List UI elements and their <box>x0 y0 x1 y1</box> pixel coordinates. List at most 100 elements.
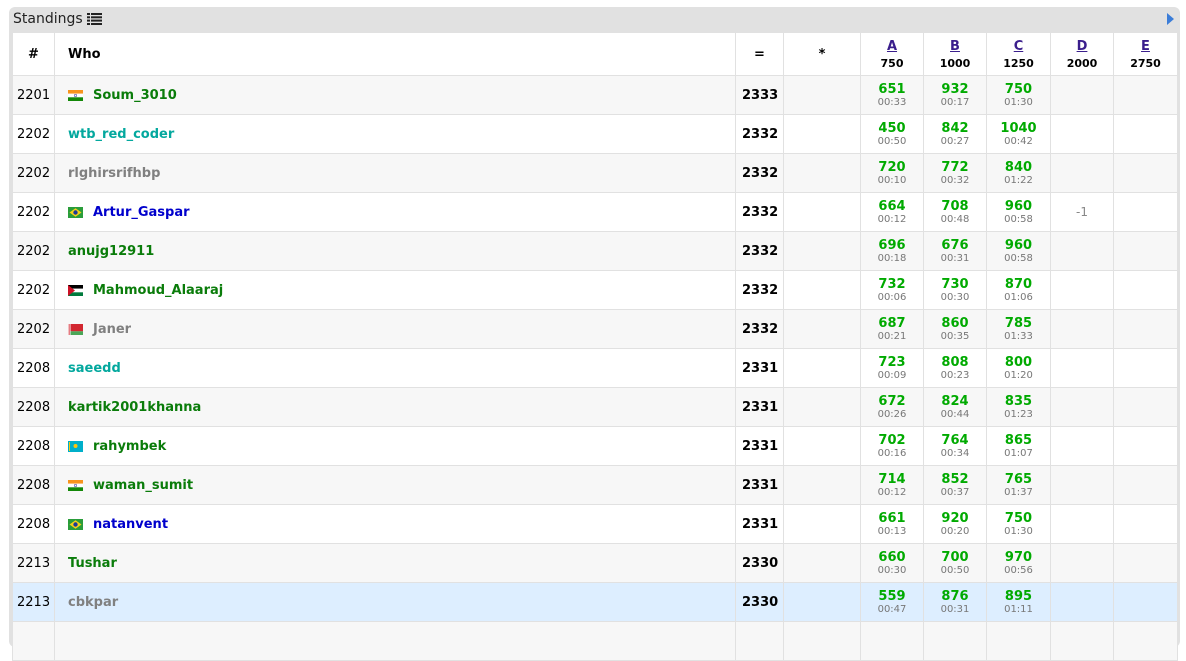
problem-result-cell[interactable] <box>1050 114 1114 154</box>
handle-link[interactable]: rahymbek <box>93 439 166 454</box>
problem-result-cell[interactable] <box>1113 231 1178 271</box>
problem-result-cell[interactable] <box>1050 348 1114 388</box>
handle-link[interactable]: cbkpar <box>68 595 118 610</box>
expand-arrow-icon[interactable] <box>1167 13 1174 25</box>
problem-result-cell[interactable]: -1 <box>1050 192 1114 232</box>
problem-a-link[interactable]: A <box>861 39 923 54</box>
problem-result-cell[interactable]: 696 00:18 <box>860 231 924 271</box>
problem-result-cell[interactable] <box>1050 153 1114 193</box>
problem-result-cell[interactable] <box>1050 621 1114 661</box>
table-row <box>12 621 1178 661</box>
problem-result-cell[interactable]: 714 00:12 <box>860 465 924 505</box>
problem-result-cell[interactable] <box>1113 426 1178 466</box>
problem-result-cell[interactable]: 559 00:47 <box>860 582 924 622</box>
handle-link[interactable]: rlghirsrifhbp <box>68 166 160 181</box>
problem-result-cell[interactable]: 720 00:10 <box>860 153 924 193</box>
problem-result-cell[interactable] <box>1113 75 1178 115</box>
problem-result-cell[interactable]: 450 00:50 <box>860 114 924 154</box>
handle-link[interactable]: Soum_3010 <box>93 88 177 103</box>
problem-c-link[interactable]: C <box>987 39 1050 54</box>
problem-result-cell[interactable] <box>1050 582 1114 622</box>
problem-result-cell[interactable]: 750 01:30 <box>986 75 1051 115</box>
problem-result-cell[interactable] <box>860 621 924 661</box>
handle-link[interactable]: saeedd <box>68 361 121 376</box>
problem-result-cell[interactable]: 824 00:44 <box>923 387 987 427</box>
problem-result-cell[interactable]: 960 00:58 <box>986 192 1051 232</box>
problem-result-cell[interactable] <box>1113 543 1178 583</box>
problem-result-cell[interactable] <box>1113 153 1178 193</box>
problem-result-cell[interactable]: 876 00:31 <box>923 582 987 622</box>
problem-d-link[interactable]: D <box>1051 39 1113 54</box>
handle-link[interactable]: natanvent <box>93 517 168 532</box>
problem-result-cell[interactable] <box>1113 309 1178 349</box>
problem-result-cell[interactable]: 785 01:33 <box>986 309 1051 349</box>
problem-result-cell[interactable] <box>1050 387 1114 427</box>
problem-result-cell[interactable]: 723 00:09 <box>860 348 924 388</box>
problem-result-cell[interactable]: 664 00:12 <box>860 192 924 232</box>
problem-result-cell[interactable]: 676 00:31 <box>923 231 987 271</box>
problem-e-link[interactable]: E <box>1114 39 1177 54</box>
problem-result-cell[interactable] <box>1113 270 1178 310</box>
problem-result-cell[interactable]: 920 00:20 <box>923 504 987 544</box>
problem-result-cell[interactable] <box>986 621 1051 661</box>
problem-result-cell[interactable]: 702 00:16 <box>860 426 924 466</box>
problem-result-cell[interactable]: 800 01:20 <box>986 348 1051 388</box>
problem-result-cell[interactable]: 687 00:21 <box>860 309 924 349</box>
problem-result-cell[interactable] <box>1050 504 1114 544</box>
handle-link[interactable]: anujg12911 <box>68 244 154 259</box>
problem-result-cell[interactable]: 865 01:07 <box>986 426 1051 466</box>
problem-result-cell[interactable]: 708 00:48 <box>923 192 987 232</box>
problem-result-cell[interactable] <box>1113 348 1178 388</box>
score-value: 876 <box>941 588 969 604</box>
problem-result-cell[interactable] <box>1050 426 1114 466</box>
problem-result-cell[interactable]: 895 01:11 <box>986 582 1051 622</box>
handle-link[interactable]: waman_sumit <box>93 478 193 493</box>
problem-result-cell[interactable]: 765 01:37 <box>986 465 1051 505</box>
problem-result-cell[interactable] <box>1050 309 1114 349</box>
problem-result-cell[interactable] <box>1113 387 1178 427</box>
problem-result-cell[interactable] <box>1113 621 1178 661</box>
problem-result-cell[interactable]: 660 00:30 <box>860 543 924 583</box>
handle-link[interactable]: Janer <box>93 322 131 337</box>
problem-result-cell[interactable]: 860 00:35 <box>923 309 987 349</box>
handle-link[interactable]: wtb_red_coder <box>68 127 174 142</box>
problem-result-cell[interactable]: 700 00:50 <box>923 543 987 583</box>
problem-result-cell[interactable]: 835 01:23 <box>986 387 1051 427</box>
problem-result-cell[interactable] <box>1050 543 1114 583</box>
problem-result-cell[interactable] <box>1050 75 1114 115</box>
problem-result-cell[interactable] <box>1113 504 1178 544</box>
problem-result-cell[interactable]: 932 00:17 <box>923 75 987 115</box>
problem-b-link[interactable]: B <box>924 39 986 54</box>
problem-result-cell[interactable] <box>1113 465 1178 505</box>
problem-result-cell[interactable] <box>1113 192 1178 232</box>
handle-link[interactable]: kartik2001khanna <box>68 400 201 415</box>
problem-result-cell[interactable]: 651 00:33 <box>860 75 924 115</box>
problem-result-cell[interactable]: 960 00:58 <box>986 231 1051 271</box>
problem-result-cell[interactable]: 840 01:22 <box>986 153 1051 193</box>
problem-result-cell[interactable]: 672 00:26 <box>860 387 924 427</box>
handle-link[interactable]: Mahmoud_Alaaraj <box>93 283 223 298</box>
problem-result-cell[interactable]: 842 00:27 <box>923 114 987 154</box>
problem-result-cell[interactable]: 732 00:06 <box>860 270 924 310</box>
problem-result-cell[interactable]: 970 00:56 <box>986 543 1051 583</box>
submission-time: 01:37 <box>1004 486 1033 498</box>
problem-result-cell[interactable] <box>1113 114 1178 154</box>
problem-result-cell[interactable] <box>1050 270 1114 310</box>
problem-result-cell[interactable]: 750 01:30 <box>986 504 1051 544</box>
problem-result-cell[interactable]: 764 00:34 <box>923 426 987 466</box>
problem-result-cell[interactable] <box>923 621 987 661</box>
problem-result-cell[interactable]: 870 01:06 <box>986 270 1051 310</box>
problem-result-cell[interactable]: 772 00:32 <box>923 153 987 193</box>
problem-result-cell[interactable]: 1040 00:42 <box>986 114 1051 154</box>
handle-link[interactable]: Artur_Gaspar <box>93 205 190 220</box>
problem-result-cell[interactable]: 852 00:37 <box>923 465 987 505</box>
problem-result-cell[interactable] <box>1050 231 1114 271</box>
list-icon[interactable] <box>86 13 102 25</box>
handle-link[interactable]: Tushar <box>68 556 117 571</box>
problem-result-cell[interactable]: 808 00:23 <box>923 348 987 388</box>
problem-result-cell[interactable] <box>1113 582 1178 622</box>
problem-result-cell[interactable]: 730 00:30 <box>923 270 987 310</box>
problem-result-cell[interactable] <box>1050 465 1114 505</box>
who-wrap: Janer <box>68 322 735 337</box>
problem-result-cell[interactable]: 661 00:13 <box>860 504 924 544</box>
